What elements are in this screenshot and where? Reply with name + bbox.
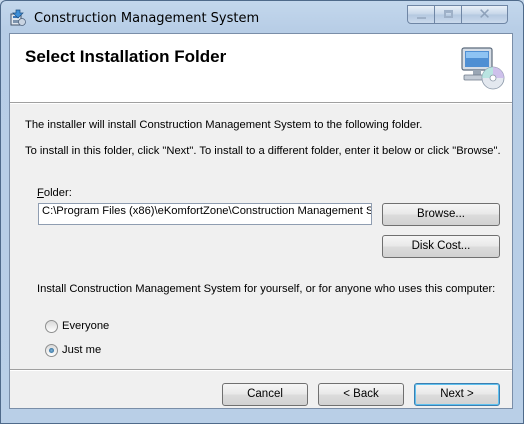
banner-divider [10,103,512,104]
maximize-icon [444,10,453,18]
radio-label-just-me: Just me [62,344,102,356]
install-for-prompt: Install Construction Management System f… [37,283,496,295]
folder-label-rest: older: [43,187,72,199]
next-button[interactable]: Next > [414,383,500,406]
radio-label-everyone: Everyone [62,320,110,332]
folder-label: Folder: [37,187,72,199]
info-text-2: To install in this folder, click "Next".… [25,145,501,157]
info-text-1: The installer will install Construction … [25,119,423,131]
cancel-button[interactable]: Cancel [222,383,308,406]
radio-selected-dot [49,348,54,353]
title-bar[interactable]: Construction Management System ✕ [1,1,523,35]
radio-button-just-me[interactable] [45,344,58,357]
footer-divider-highlight [10,370,512,371]
page-title: Select Installation Folder [25,47,227,66]
minimize-icon [417,17,426,19]
installer-app-icon [10,9,26,26]
radio-button-everyone[interactable] [45,320,58,333]
close-icon: ✕ [478,5,491,23]
maximize-button[interactable] [434,5,462,24]
close-button[interactable]: ✕ [461,5,508,24]
header-banner: Select Installation Folder [10,34,512,103]
folder-path-input[interactable]: C:\Program Files (x86)\eKomfortZone\Cons… [38,203,372,225]
computer-cd-icon [461,47,505,90]
back-button[interactable]: < Back [318,383,404,406]
minimize-button[interactable] [407,5,435,24]
disk-cost-button[interactable]: Disk Cost... [382,235,500,258]
window-title: Construction Management System [34,11,260,26]
installer-window: Construction Management System ✕ Select … [0,0,524,424]
dialog-client-area: Select Installation Folder The installer… [9,33,513,409]
browse-button[interactable]: Browse... [382,203,500,226]
folder-label-accel: F [37,187,44,199]
